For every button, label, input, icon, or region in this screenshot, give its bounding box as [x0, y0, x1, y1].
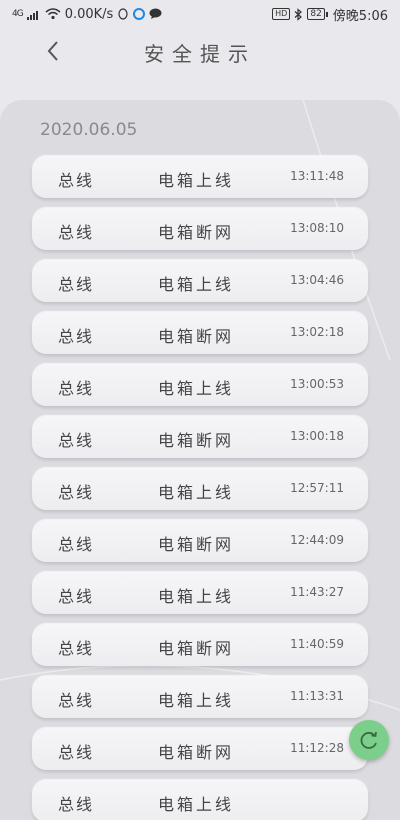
header: 安全提示 — [0, 28, 400, 78]
record-event: 电箱断网 — [158, 639, 235, 658]
record-row[interactable]: 总线 电箱断网 11:12:28 — [32, 728, 368, 770]
record-event: 电箱断网 — [158, 535, 235, 554]
record-row[interactable]: 总线 电箱断网 11:40:59 — [32, 624, 368, 666]
record-event: 电箱上线 — [158, 275, 235, 294]
record-source: 总线 — [58, 379, 95, 398]
bluetooth-icon — [294, 7, 303, 21]
record-row[interactable]: 总线 电箱断网 13:08:10 — [32, 208, 368, 250]
record-row[interactable]: 总线 电箱断网 13:02:18 — [32, 312, 368, 354]
hd-icon: HD — [272, 8, 291, 20]
record-time: 13:00:18 — [290, 429, 344, 443]
refresh-icon — [360, 731, 377, 749]
record-source: 总线 — [58, 743, 95, 762]
record-source: 总线 — [58, 587, 95, 606]
record-time: 13:04:46 — [290, 273, 344, 287]
record-source: 总线 — [58, 691, 95, 710]
wifi-icon — [45, 8, 61, 20]
record-source: 总线 — [58, 639, 95, 658]
qq-icon — [118, 7, 128, 20]
record-list: 总线 电箱上线 13:11:48 总线 电箱断网 13:08:10 总线 电箱上线 13:04:… — [32, 156, 368, 820]
date-label: 2020.06.05 — [40, 120, 138, 140]
record-time: 11:40:59 — [290, 637, 344, 651]
record-row[interactable]: 总线 电箱上线 13:11:48 — [32, 156, 368, 198]
record-source: 总线 — [58, 431, 95, 450]
record-row[interactable]: 总线 电箱上线 11:43:27 — [32, 572, 368, 614]
clock: 傍晚5:06 — [332, 8, 388, 24]
page-title: 安全提示 — [144, 42, 256, 66]
network-speed: 0.00K/s — [64, 6, 114, 22]
record-row[interactable]: 总线 电箱上线 11:13:31 — [32, 676, 368, 718]
refresh-button[interactable] — [349, 720, 389, 760]
record-event: 电箱上线 — [158, 587, 235, 606]
cell-bars-icon — [26, 10, 38, 20]
record-row[interactable]: 总线 电箱上线 12:57:11 — [32, 468, 368, 510]
battery-icon: 82 — [307, 8, 329, 20]
status-bar-right: HD 82 傍晚5:06 — [272, 5, 388, 24]
record-source: 总线 — [58, 275, 95, 294]
chat-icon — [149, 8, 162, 19]
record-event: 电箱上线 — [158, 691, 235, 710]
record-source: 总线 — [58, 327, 95, 346]
record-event: 电箱上线 — [158, 379, 235, 398]
records-panel: 2020.06.05 总线 电箱上线 13:11:48 总线 电箱断网 13:08:10 总… — [0, 100, 400, 820]
record-row[interactable]: 总线 电箱断网 13:00:18 — [32, 416, 368, 458]
signal-icon: 4G — [12, 9, 24, 19]
record-event: 电箱上线 — [158, 483, 235, 502]
record-time: 12:44:09 — [290, 533, 344, 547]
record-event: 电箱断网 — [158, 223, 235, 242]
record-time: 13:11:48 — [290, 169, 344, 183]
record-event: 电箱断网 — [158, 743, 235, 762]
record-time: 11:43:27 — [290, 585, 344, 599]
record-row[interactable]: 总线 电箱断网 12:44:09 — [32, 520, 368, 562]
record-event: 电箱断网 — [158, 431, 235, 450]
record-time: 13:02:18 — [290, 325, 344, 339]
record-source: 总线 — [58, 223, 95, 242]
record-source: 总线 — [58, 795, 95, 814]
record-row[interactable]: 总线 电箱上线 13:00:53 — [32, 364, 368, 406]
browser-icon — [133, 8, 146, 20]
record-event: 电箱上线 — [158, 795, 235, 814]
record-row[interactable]: 总线 电箱上线 13:04:46 — [32, 260, 368, 302]
record-event: 电箱断网 — [158, 327, 235, 346]
record-event: 电箱上线 — [158, 171, 235, 190]
record-time: 12:57:11 — [290, 481, 344, 495]
record-time: 13:00:53 — [290, 377, 344, 391]
record-source: 总线 — [58, 483, 95, 502]
record-time: 11:12:28 — [290, 741, 344, 755]
status-bar: 4G 0.00K/s HD 82 傍晚5:06 — [0, 0, 400, 28]
record-source: 总线 — [58, 171, 95, 190]
record-row[interactable]: 总线 电箱上线 — [32, 780, 368, 820]
record-time: 13:08:10 — [290, 221, 344, 235]
record-time: 11:13:31 — [290, 689, 344, 703]
status-bar-left: 4G 0.00K/s — [12, 7, 162, 22]
record-source: 总线 — [58, 535, 95, 554]
